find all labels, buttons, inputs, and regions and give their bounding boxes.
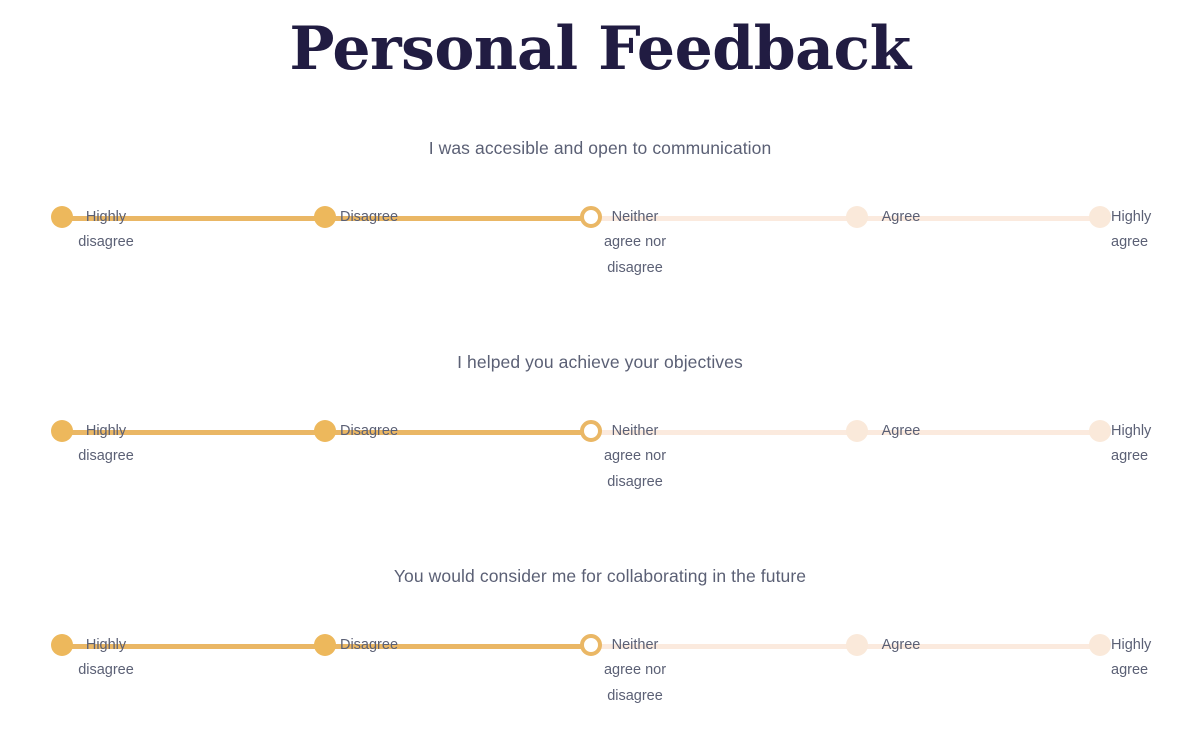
- slider-stop-label: Neither agree nor disagree: [603, 422, 667, 490]
- slider-stop-label: Highly disagree: [78, 636, 134, 679]
- slider-stop-label: Agree: [881, 422, 921, 439]
- likert-slider[interactable]: Highly disagree Disagree Neither agree nor…: [0, 610, 1200, 748]
- slider-stop-label: Highly agree: [1111, 636, 1152, 679]
- slider-handle-selected[interactable]: [580, 205, 602, 228]
- slider-dot-2[interactable]: [314, 419, 336, 442]
- slider-dot-4[interactable]: [846, 633, 868, 656]
- slider-dot-4[interactable]: [846, 419, 868, 442]
- slider-stop-label: Agree: [881, 636, 921, 653]
- slider-dot-1[interactable]: [51, 419, 73, 442]
- question-block: I helped you achieve your objectives High…: [0, 351, 1200, 565]
- slider-dot-1[interactable]: [51, 633, 73, 656]
- question-block: You would consider me for collaborating …: [0, 565, 1200, 748]
- slider-stop-label: Neither agree nor disagree: [603, 208, 667, 276]
- slider-handle-selected[interactable]: [580, 419, 602, 442]
- slider-stop-label: Highly disagree: [78, 422, 134, 465]
- slider-stop-label: Highly disagree: [78, 208, 134, 251]
- likert-slider[interactable]: Highly disagree Disagree Neither agree nor…: [0, 396, 1200, 536]
- slider-dot-2[interactable]: [314, 205, 336, 228]
- slider-stop-label: Disagree: [339, 422, 399, 439]
- slider-stop-label: Agree: [881, 208, 921, 225]
- slider-handle-selected[interactable]: [580, 633, 602, 656]
- slider-dot-5[interactable]: [1089, 205, 1111, 228]
- question-block: I was accesible and open to communicatio…: [0, 137, 1200, 351]
- question-title: You would consider me for collaborating …: [393, 566, 807, 586]
- slider-stop-label: Neither agree nor disagree: [603, 636, 667, 704]
- slider-stop-label: Disagree: [339, 208, 399, 225]
- slider-dot-5[interactable]: [1089, 419, 1111, 442]
- page-title: Personal Feedback: [289, 14, 911, 84]
- slider-dot-2[interactable]: [314, 633, 336, 656]
- slider-stop-label: Highly agree: [1111, 208, 1152, 251]
- slider-dot-4[interactable]: [846, 205, 868, 228]
- question-title: I helped you achieve your objectives: [457, 352, 743, 372]
- slider-dot-5[interactable]: [1089, 633, 1111, 656]
- likert-slider[interactable]: Highly disagree Disagree Neither agree nor…: [0, 182, 1200, 322]
- feedback-page: Personal Feedback I was accesible and op…: [0, 0, 1200, 748]
- slider-stop-label: Highly agree: [1111, 422, 1152, 465]
- question-title: I was accesible and open to communicatio…: [428, 138, 772, 158]
- slider-stop-label: Disagree: [339, 636, 399, 653]
- slider-dot-1[interactable]: [51, 205, 73, 228]
- question-list: I was accesible and open to communicatio…: [0, 137, 1200, 748]
